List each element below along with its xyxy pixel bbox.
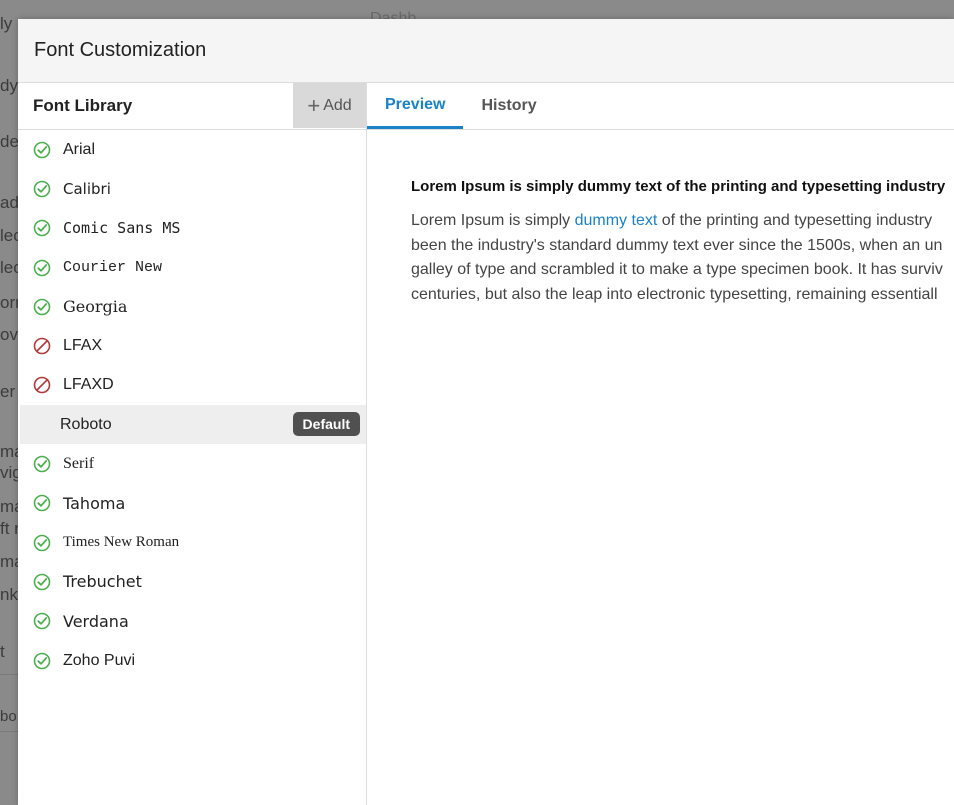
background-text: t	[0, 642, 5, 661]
check-circle-icon	[33, 180, 51, 198]
font-library-header: Font Library + Add	[18, 83, 366, 130]
font-item[interactable]: Trebuchet	[18, 562, 366, 601]
add-font-button[interactable]: + Add	[293, 83, 366, 128]
background-text: ly	[0, 14, 13, 33]
font-name: Verdana	[63, 611, 129, 631]
preview-line: centuries, but also the leap into electr…	[411, 285, 938, 303]
preview-text: of the printing and typesetting industry	[657, 212, 933, 229]
font-name: Tahoma	[63, 493, 126, 513]
check-circle-icon	[33, 298, 51, 316]
check-circle-icon	[33, 612, 51, 630]
check-circle-icon	[33, 494, 51, 512]
check-circle-icon	[33, 219, 51, 237]
background-divider	[0, 731, 18, 732]
prohibited-icon	[33, 376, 51, 394]
font-library-panel: Font Library + Add Arial Calibri Comic San…	[18, 83, 367, 805]
font-item[interactable]: Serif	[18, 444, 366, 483]
add-font-label: Add	[323, 96, 352, 114]
font-item[interactable]: Times New Roman	[18, 523, 366, 562]
font-name: Serif	[63, 455, 95, 473]
font-name: Arial	[63, 140, 96, 158]
background-text: dy	[0, 76, 18, 95]
check-circle-icon	[33, 259, 51, 277]
background-divider	[0, 674, 18, 675]
font-name: Times New Roman	[63, 534, 180, 551]
plus-icon: +	[307, 92, 321, 118]
font-item[interactable]: Arial	[18, 130, 366, 169]
font-item[interactable]: LFAXD	[18, 366, 366, 405]
font-item[interactable]: Verdana	[18, 602, 366, 641]
font-item[interactable]: Georgia	[18, 287, 366, 326]
preview-heading: Lorem Ipsum is simply dummy text of the …	[411, 178, 946, 195]
check-circle-icon	[33, 573, 51, 591]
font-name: Trebuchet	[63, 572, 142, 592]
tab-preview[interactable]: Preview	[367, 83, 464, 129]
preview-paragraph: Lorem Ipsum is simply dummy text of the …	[411, 209, 954, 307]
font-name: Calibri	[63, 179, 111, 198]
preview-panel: Preview History Lorem Ipsum is simply dum…	[367, 83, 954, 805]
font-customization-dialog: Font Customization Font Library + Add Ar…	[18, 19, 954, 805]
font-name: Georgia	[63, 297, 128, 317]
check-circle-icon	[33, 534, 51, 552]
background-text: de	[0, 132, 19, 151]
font-item[interactable]: Comic Sans MS	[18, 209, 366, 248]
dialog-body: Font Library + Add Arial Calibri Comic San…	[18, 83, 954, 805]
font-name: Zoho Puvi	[63, 651, 136, 669]
tab-bar: Preview History	[367, 83, 954, 130]
font-item[interactable]: Roboto Default	[20, 405, 366, 445]
font-list: Arial Calibri Comic Sans MS Courier New Geor…	[18, 130, 366, 680]
tab-history[interactable]: History	[463, 83, 554, 129]
default-badge: Default	[292, 412, 360, 437]
font-item[interactable]: Courier New	[18, 248, 366, 287]
font-item[interactable]: Calibri	[18, 169, 366, 208]
preview-content: Lorem Ipsum is simply dummy text of the …	[367, 130, 954, 307]
font-name: Roboto	[60, 415, 112, 433]
background-text: bo	[0, 708, 17, 725]
font-name: LFAXD	[63, 376, 114, 394]
font-item[interactable]: Tahoma	[18, 484, 366, 523]
background-text: er	[0, 382, 16, 401]
dummy-text-link[interactable]: dummy text	[575, 212, 658, 229]
preview-line: been the industry's standard dummy text …	[411, 236, 943, 254]
font-name: Comic Sans MS	[63, 219, 181, 238]
dialog-header: Font Customization	[18, 19, 954, 83]
preview-line: galley of type and scrambled it to make …	[411, 261, 943, 278]
font-library-title: Font Library	[33, 96, 133, 115]
font-item[interactable]: LFAX	[18, 326, 366, 365]
preview-line: Lorem Ipsum is simply dummy text of the …	[411, 209, 954, 234]
check-circle-icon	[33, 455, 51, 473]
prohibited-icon	[33, 337, 51, 355]
dialog-title: Font Customization	[34, 39, 207, 61]
check-circle-icon	[33, 141, 51, 159]
font-item[interactable]: Zoho Puvi	[18, 641, 366, 680]
preview-text: Lorem Ipsum is simply	[411, 212, 575, 229]
font-name: Courier New	[63, 259, 163, 277]
background-text: ad	[0, 193, 19, 212]
font-name: LFAX	[63, 337, 103, 355]
check-circle-icon	[33, 652, 51, 670]
